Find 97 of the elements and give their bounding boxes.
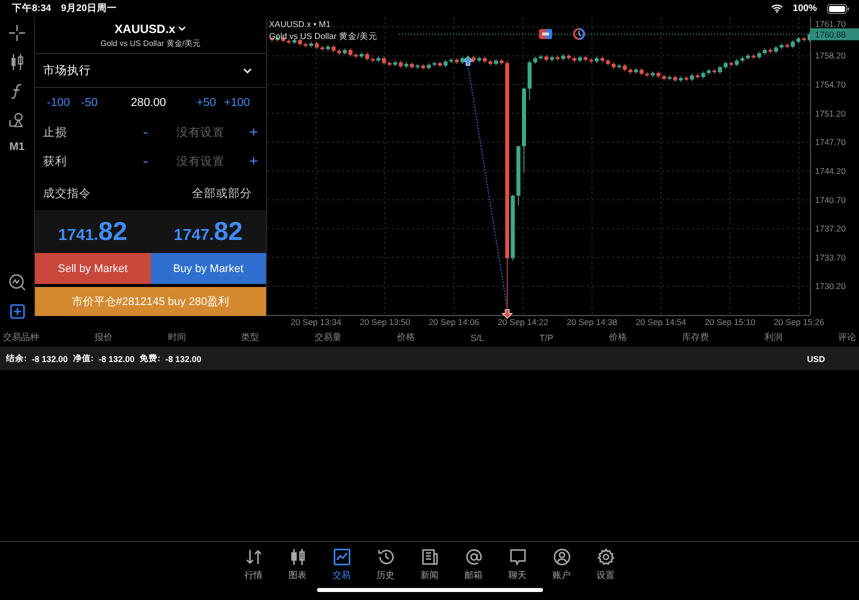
settings-icon	[596, 548, 614, 566]
price-axis-label: 1761.70	[815, 18, 846, 29]
fill-policy-value[interactable]: 全部或部分	[192, 186, 252, 200]
candlestick-icon[interactable]	[10, 54, 24, 70]
volume-step-button[interactable]: +100	[224, 97, 258, 109]
plus-button[interactable]: +	[244, 124, 258, 141]
price-axis-label: 1747.70	[815, 137, 846, 148]
nav-tab[interactable]: 交易	[326, 548, 356, 588]
wifi-icon	[770, 4, 783, 13]
sell-button[interactable]: Sell by Market	[35, 253, 150, 284]
execution-dropdown[interactable]: 市场执行	[43, 63, 91, 78]
volume-step-button[interactable]: -100	[47, 97, 81, 109]
price-chart[interactable]	[267, 17, 859, 328]
shapes-icon[interactable]	[9, 112, 25, 128]
candlestick-icon	[288, 548, 306, 566]
chart-icon	[332, 548, 350, 566]
price-axis-label: 1744.20	[815, 166, 846, 176]
nav-tab[interactable]: 行情	[238, 548, 268, 588]
fill-policy-label: 成交指令	[43, 186, 91, 200]
chart-description: Gold vs US Dollar 黄金/美元	[269, 31, 378, 41]
history-icon	[376, 548, 394, 566]
time-axis-label: 20 Sep 14:38	[566, 317, 618, 327]
date-text: 9月20日周一	[61, 2, 117, 15]
function-icon[interactable]	[11, 83, 23, 99]
price-axis-label: 1740.70	[815, 194, 846, 205]
candlestick	[466, 55, 470, 60]
currency-text: USD	[807, 354, 825, 364]
column-header: 报价	[94, 331, 112, 344]
column-header: T/P	[539, 332, 554, 342]
time-axis-label: 20 Sep 13:34	[290, 317, 342, 327]
new-order-icon[interactable]	[10, 304, 24, 319]
price-axis-label: 1754.70	[815, 80, 846, 90]
symbol-title[interactable]: XAUUSD.x	[114, 22, 176, 36]
chat-icon	[508, 548, 526, 566]
price-axis-label: 1737.20	[815, 224, 846, 234]
column-header: 类型	[241, 331, 260, 344]
timeframe-button[interactable]: M1	[9, 141, 25, 153]
nav-tab[interactable]: 邮箱	[458, 548, 488, 588]
chart-symbol: XAUUSD.x • M1	[269, 19, 331, 29]
battery-icon	[827, 4, 849, 14]
plus-button[interactable]: +	[244, 153, 258, 170]
crosshair-icon[interactable]	[9, 25, 25, 41]
minus-button[interactable]: -	[143, 124, 157, 141]
time-axis-label: 20 Sep 14:54	[636, 317, 686, 327]
nav-tab[interactable]: 历史	[370, 548, 400, 588]
nav-tab[interactable]: 新闻	[414, 548, 444, 588]
arrows-icon	[244, 548, 262, 566]
bid-price: 1741.82	[58, 216, 128, 247]
column-header: 价格	[608, 331, 627, 344]
minus-button[interactable]: -	[143, 153, 157, 170]
account-value: -8 132.00	[32, 354, 68, 364]
indicator-icon[interactable]	[8, 274, 26, 291]
account-value: -8 132.00	[98, 354, 135, 364]
price-axis-label: 1733.70	[815, 252, 846, 262]
column-header: 利润	[764, 331, 783, 344]
symbol-description: Gold vs US Dollar 黄金/美元	[100, 38, 201, 48]
account-value: -8 132.00	[165, 354, 202, 364]
volume-step-button[interactable]: +50	[188, 97, 216, 109]
level-label: 获利	[43, 154, 68, 169]
account-icon	[552, 548, 570, 566]
price-axis-label: 1751.20	[815, 108, 846, 118]
column-header: 库存费	[682, 331, 710, 344]
chevron-icon[interactable]	[243, 68, 252, 74]
news-icon	[420, 548, 438, 566]
account-label: 净值:	[72, 353, 94, 365]
current-price-tag: 1760.88	[810, 28, 859, 40]
price-axis-label: 1758.20	[815, 50, 846, 61]
price-axis-label: 1730.20	[815, 281, 846, 292]
volume-field[interactable]: 280.00	[123, 97, 174, 109]
time-axis-label: 20 Sep 14:22	[498, 317, 548, 327]
time-axis-label: 20 Sep 15:26	[774, 317, 824, 327]
time-axis-label: 20 Sep 15:10	[704, 317, 756, 327]
time-axis-label: 20 Sep 14:06	[428, 317, 480, 327]
caret-icon[interactable]	[178, 26, 186, 32]
at-sign-icon	[464, 548, 482, 566]
clock-icon[interactable]	[573, 28, 585, 40]
column-header: 评论	[838, 331, 856, 344]
level-label: 止损	[43, 126, 68, 140]
clock-time: 下午8:34	[12, 2, 52, 15]
nav-tab[interactable]: 图表	[282, 548, 312, 588]
nav-tab[interactable]: 聊天	[502, 548, 532, 588]
sell-arrow-icon	[501, 309, 513, 319]
nav-tab[interactable]: 设置	[590, 548, 620, 588]
column-header: 交易量	[314, 331, 342, 344]
column-header: 交易品种	[3, 331, 39, 344]
column-header: S/L	[470, 332, 484, 342]
column-header: 时间	[168, 331, 186, 344]
battery-percent: 100%	[792, 3, 817, 14]
column-header: 价格	[397, 331, 416, 344]
nav-tab[interactable]: 账户	[546, 548, 576, 588]
buy-button[interactable]: Buy by Market	[150, 253, 266, 284]
account-label: 结余:	[6, 353, 27, 365]
time-axis-label: 20 Sep 13:50	[360, 317, 410, 327]
trade-icon[interactable]	[539, 29, 552, 39]
volume-step-button[interactable]: -50	[81, 97, 115, 109]
account-label: 免费:	[140, 353, 160, 365]
ask-price: 1747.82	[174, 216, 243, 247]
